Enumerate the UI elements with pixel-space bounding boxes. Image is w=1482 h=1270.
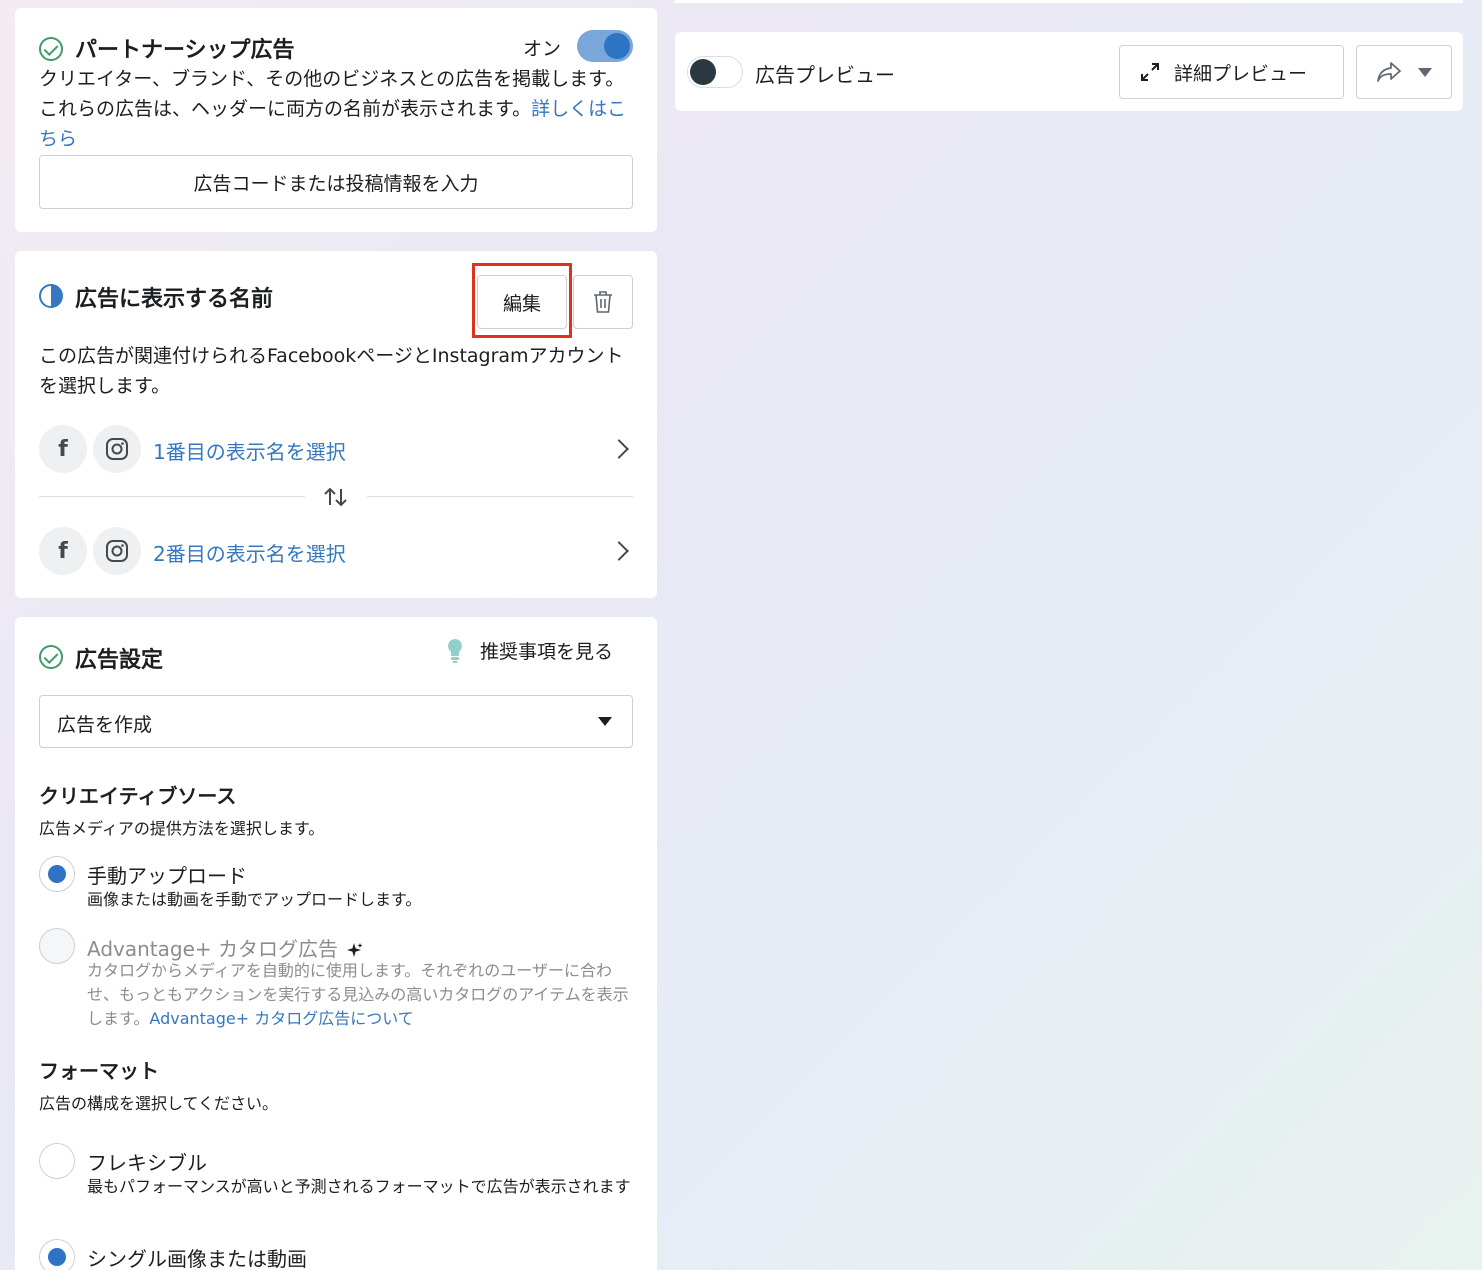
- facebook-icon: f: [39, 527, 87, 575]
- preview-toggle[interactable]: [687, 56, 743, 88]
- creative-source-subtitle: 広告メディアの提供方法を選択します。: [39, 819, 325, 838]
- sparkle-icon: [347, 942, 363, 957]
- creative-source-title: クリエイティブソース: [39, 784, 237, 808]
- facebook-letter: f: [58, 436, 68, 462]
- partnership-card: パートナーシップ広告 オン クリエイター、ブランド、その他のビジネスとの広告を掲…: [15, 8, 657, 232]
- display-name-card: 広告に表示する名前 編集 この広告が関連付けられるFacebookページとIns…: [15, 251, 657, 598]
- top-right-strip: [675, 0, 1463, 3]
- half-circle-icon: [39, 284, 63, 308]
- check-circle-icon: [39, 645, 63, 669]
- manual-upload-label: 手動アップロード: [87, 864, 247, 888]
- recommendations-link[interactable]: 推奨事項を見る: [480, 637, 613, 664]
- delete-button[interactable]: [573, 275, 633, 329]
- swap-icon[interactable]: [321, 485, 351, 509]
- enter-ad-code-button[interactable]: 広告コードまたは投稿情報を入力: [39, 155, 633, 209]
- display-name-description: この広告が関連付けられるFacebookページとInstagramアカウントを選…: [39, 345, 624, 397]
- single-image-video-label: シングル画像または動画: [87, 1247, 307, 1270]
- advantage-catalog-label: Advantage+ カタログ広告: [87, 933, 364, 962]
- divider-left: [39, 496, 305, 497]
- radio-single-image-video[interactable]: [39, 1239, 75, 1270]
- radio-manual-upload[interactable]: [39, 856, 75, 892]
- toggle-label: オン: [523, 38, 562, 60]
- expand-icon: [1141, 63, 1159, 81]
- flexible-label: フレキシブル: [87, 1151, 207, 1175]
- first-display-name-link[interactable]: 1番目の表示名を選択: [153, 436, 346, 465]
- preview-bar: 広告プレビュー 詳細プレビュー: [675, 32, 1463, 111]
- trash-icon: [594, 291, 612, 313]
- format-title: フォーマット: [39, 1059, 159, 1083]
- share-dropdown-button[interactable]: [1356, 45, 1452, 99]
- radio-flexible[interactable]: [39, 1143, 75, 1179]
- edit-button[interactable]: 編集: [477, 275, 567, 329]
- facebook-icon: f: [39, 425, 87, 473]
- display-name-title: 広告に表示する名前: [75, 287, 274, 312]
- format-subtitle: 広告の構成を選択してください。: [39, 1094, 279, 1113]
- flexible-desc: 最もパフォーマンスが高いと予測されるフォーマットで広告が表示されます: [87, 1177, 631, 1196]
- instagram-icon: [93, 527, 141, 575]
- manual-upload-desc: 画像または動画を手動でアップロードします。: [87, 890, 422, 909]
- partnership-description: クリエイター、ブランド、その他のビジネスとの広告を掲載します。これらの広告は、ヘ…: [39, 64, 639, 154]
- select-value: 広告を作成: [57, 714, 153, 736]
- toggle-knob: [604, 33, 630, 59]
- detail-preview-button[interactable]: 詳細プレビュー: [1119, 45, 1344, 99]
- instagram-icon: [93, 425, 141, 473]
- share-icon: [1377, 62, 1401, 82]
- facebook-letter: f: [58, 538, 68, 564]
- caret-down-icon: [598, 717, 612, 726]
- check-circle-icon: [39, 37, 63, 61]
- ad-settings-title: 広告設定: [75, 648, 164, 673]
- divider-right: [367, 496, 633, 497]
- detail-preview-label: 詳細プレビュー: [1174, 62, 1308, 85]
- ad-creation-select[interactable]: 広告を作成: [39, 695, 633, 748]
- preview-label: 広告プレビュー: [755, 63, 895, 87]
- radio-advantage-catalog[interactable]: [39, 928, 75, 964]
- advantage-catalog-label-text: Advantage+ カタログ広告: [87, 937, 339, 961]
- chevron-right-icon[interactable]: [609, 541, 629, 561]
- partnership-toggle[interactable]: [577, 30, 633, 62]
- partnership-title: パートナーシップ広告: [75, 38, 295, 63]
- ad-settings-card: 広告設定 推奨事項を見る 広告を作成 クリエイティブソース 広告メディアの提供方…: [15, 617, 657, 1270]
- toggle-knob: [690, 59, 716, 85]
- caret-down-icon: [1418, 67, 1432, 77]
- advantage-catalog-desc: カタログからメディアを自動的に使用します。それぞれのユーザーに合わせ、もっともア…: [87, 959, 639, 1031]
- chevron-right-icon[interactable]: [609, 439, 629, 459]
- second-display-name-link[interactable]: 2番目の表示名を選択: [153, 538, 346, 567]
- lightbulb-icon: [445, 637, 465, 665]
- advantage-catalog-link[interactable]: Advantage+ カタログ広告について: [149, 1009, 413, 1028]
